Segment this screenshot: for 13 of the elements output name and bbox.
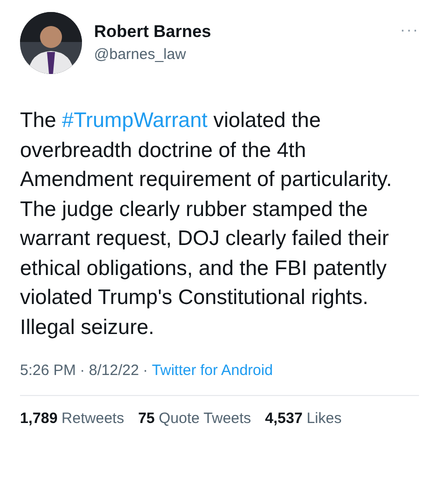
tweet-date[interactable]: 8/12/22 (88, 362, 139, 379)
stat-label[interactable]: Likes (306, 410, 342, 427)
author-name[interactable]: Robert Barnes (94, 22, 388, 42)
stat-count[interactable]: 4,537 (265, 410, 303, 427)
stat-label[interactable]: Retweets (62, 410, 124, 427)
stat-label[interactable]: Quote Tweets (158, 410, 252, 427)
stat-count[interactable]: 75 (138, 410, 155, 427)
author-handle[interactable]: @barnes_law (94, 46, 388, 63)
separator-dot: · (80, 362, 85, 379)
tweet-time[interactable]: 5:26 PM (20, 362, 76, 379)
tweet-text: The #TrumpWarrant violated the overbreadth doctrine of the 4th Amendment requirement of particularity. The judge clearly rubber stamped the warrant request, DOJ clearly failed their ethical obligations, and the FBI patently violated Trump's Constitutional rights. Illegal seizure. (20, 108, 393, 340)
separator-dot: · (142, 362, 148, 379)
stat-count[interactable]: 1,789 (20, 410, 58, 427)
